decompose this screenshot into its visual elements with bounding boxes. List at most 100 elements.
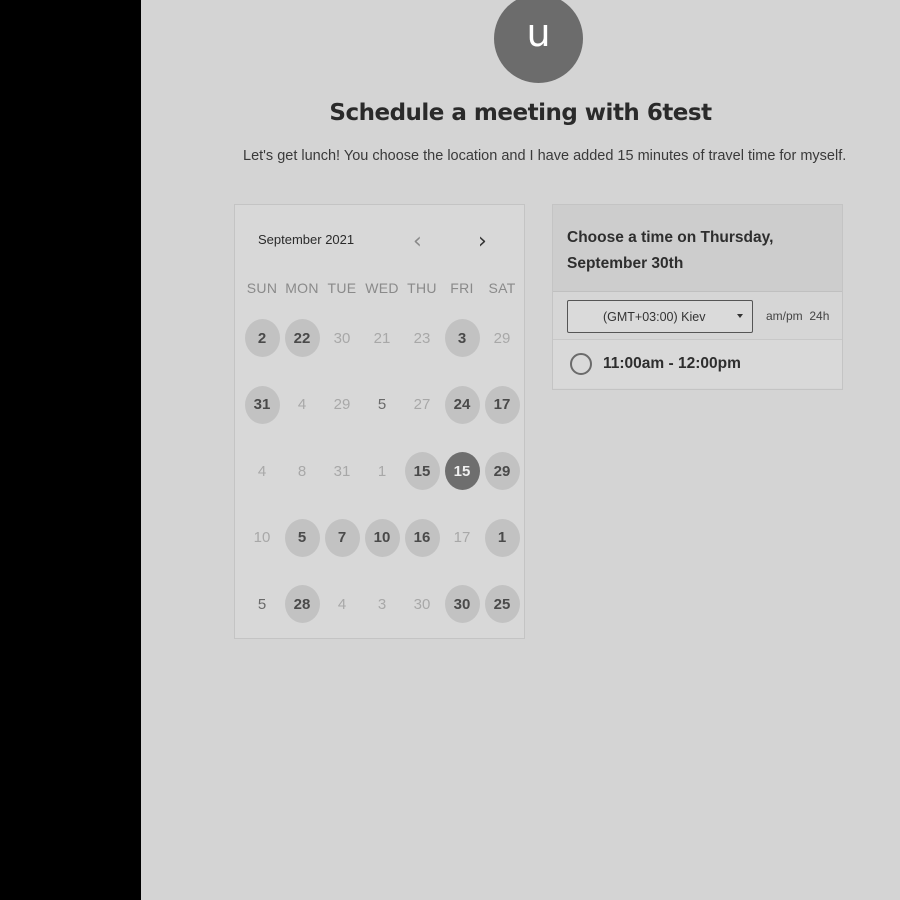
time-selection-panel: Choose a time on Thursday, September 30t…	[552, 204, 843, 390]
left-black-bar	[0, 0, 141, 900]
weekday-label: SAT	[488, 280, 516, 296]
calendar-day-number: 4	[337, 595, 347, 613]
time-format-toggle: am/pm 24h	[766, 309, 829, 323]
calendar-day: 4	[322, 583, 362, 625]
calendar-day-number: 5	[284, 518, 320, 557]
calendar-month-label: September 2021	[258, 232, 355, 247]
calendar-day-grid: 2 22 30 21 23 3 29 31 4 29 5 27 24 17 4 8 31 1 15 15 29 10 5 7 1…	[242, 317, 522, 650]
calendar-day[interactable]: 31	[242, 384, 282, 426]
calendar-day[interactable]: 30	[442, 583, 482, 625]
weekday-header: SUN MON TUE WED THU FRI SAT	[242, 280, 522, 296]
calendar-day[interactable]: 1	[482, 517, 522, 559]
calendar-day: 4	[282, 384, 322, 426]
calendar-day: 5	[242, 583, 282, 625]
calendar-day-number: 15	[444, 452, 480, 490]
calendar-day: 30	[322, 317, 362, 359]
calendar-day-number: 1	[484, 518, 520, 557]
calendar-day[interactable]: 16	[402, 517, 442, 559]
format-24h-option[interactable]: 24h	[809, 309, 829, 323]
calendar-day-number: 4	[257, 462, 267, 480]
calendar-day-number: 10	[364, 518, 400, 557]
event-description: Let's get lunch! You choose the location…	[243, 148, 847, 164]
calendar-day[interactable]: 17	[482, 384, 522, 426]
host-avatar: u	[494, 0, 583, 83]
time-slot[interactable]: 11:00am - 12:00pm	[553, 340, 842, 388]
weekday-label: SUN	[246, 280, 278, 296]
calendar-day: 3	[362, 583, 402, 625]
calendar-day-number: 1	[377, 462, 387, 480]
timezone-select[interactable]: (GMT+03:00) Kiev	[567, 300, 753, 333]
weekday-label: WED	[365, 280, 399, 296]
calendar-day-number: 21	[373, 329, 391, 347]
calendar-day[interactable]: 24	[442, 384, 482, 426]
weekday-label: FRI	[450, 280, 474, 296]
weekday-label: THU	[407, 280, 437, 296]
calendar-day-number: 17	[453, 529, 471, 546]
calendar-day-number: 16	[404, 518, 440, 557]
timezone-value: (GMT+03:00) Kiev	[603, 309, 706, 324]
calendar-day[interactable]: 28	[282, 583, 322, 625]
calendar-day: 29	[482, 317, 522, 359]
calendar-day-number: 30	[333, 329, 351, 347]
calendar-day-number: 7	[324, 518, 360, 557]
calendar-day[interactable]: 25	[482, 583, 522, 625]
calendar-day[interactable]: 5	[282, 517, 322, 559]
calendar-day-number: 10	[253, 529, 271, 546]
calendar-day-number: 22	[284, 319, 320, 357]
calendar-day-number: 4	[297, 396, 307, 413]
calendar-day-number: 5	[257, 595, 267, 613]
chevron-right-icon[interactable]: ›	[478, 231, 487, 253]
calendar-day[interactable]: 7	[322, 517, 362, 559]
avatar-initial: u	[526, 10, 551, 55]
calendar-day[interactable]: 3	[442, 317, 482, 359]
calendar-day[interactable]: 15	[402, 450, 442, 492]
calendar-day-number: 3	[377, 595, 387, 613]
calendar-day: 30	[402, 583, 442, 625]
calendar-day[interactable]: 10	[362, 517, 402, 559]
time-heading-line2: September 30th	[567, 255, 684, 272]
radio-button-icon[interactable]	[570, 353, 592, 375]
calendar-day-number: 5	[377, 396, 387, 413]
calendar-day-number: 29	[333, 396, 351, 413]
format-12h-option[interactable]: am/pm	[766, 309, 803, 323]
calendar-day-number: 28	[284, 585, 320, 623]
calendar-day: 23	[402, 317, 442, 359]
time-slot-label: 11:00am - 12:00pm	[603, 355, 741, 372]
calendar-day-number: 2	[244, 319, 280, 357]
calendar-day-number: 29	[493, 329, 511, 347]
calendar-day-selected[interactable]: 15	[442, 450, 482, 492]
weekday-label: TUE	[327, 280, 357, 296]
calendar-day: 21	[362, 317, 402, 359]
calendar-day: 17	[442, 517, 482, 559]
calendar-day-number: 31	[244, 385, 280, 424]
calendar-day: 10	[242, 517, 282, 559]
calendar-day-number: 30	[413, 595, 431, 613]
calendar-day: 27	[402, 384, 442, 426]
calendar-day-number: 23	[413, 329, 431, 347]
calendar-day-number: 8	[297, 462, 307, 480]
time-heading-line1: Choose a time on Thursday,	[567, 229, 774, 246]
caret-down-icon	[737, 314, 743, 318]
calendar-day: 1	[362, 450, 402, 492]
calendar-day: 5	[362, 384, 402, 426]
scheduling-page: u Schedule a meeting with 6test Let's ge…	[141, 0, 900, 900]
calendar-day: 8	[282, 450, 322, 492]
page-title: Schedule a meeting with 6test	[329, 100, 712, 126]
chevron-left-icon[interactable]: ‹	[413, 231, 422, 253]
weekday-label: MON	[285, 280, 319, 296]
calendar-day: 4	[242, 450, 282, 492]
timezone-row: (GMT+03:00) Kiev am/pm 24h	[553, 292, 842, 340]
calendar-day-number: 15	[404, 452, 440, 490]
time-panel-heading: Choose a time on Thursday, September 30t…	[553, 205, 842, 292]
date-picker-calendar: September 2021 ‹ › SUN MON TUE WED THU F…	[234, 204, 525, 639]
calendar-day-number: 27	[413, 396, 431, 413]
calendar-day-number: 29	[484, 452, 520, 490]
calendar-day-number: 30	[444, 585, 480, 623]
calendar-day[interactable]: 2	[242, 317, 282, 359]
calendar-day-number: 24	[444, 385, 480, 424]
calendar-day: 31	[322, 450, 362, 492]
calendar-day-number: 31	[333, 462, 351, 480]
calendar-day: 29	[322, 384, 362, 426]
calendar-day[interactable]: 29	[482, 450, 522, 492]
calendar-day[interactable]: 22	[282, 317, 322, 359]
